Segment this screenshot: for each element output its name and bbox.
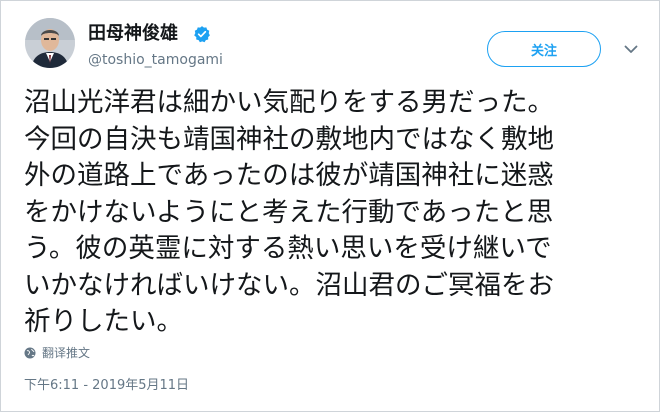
tweet-text-line: 祈りしたい。: [24, 306, 183, 337]
tweet-timestamp[interactable]: 下午6:11 - 2019年5月11日: [24, 377, 189, 395]
translate-label: 翻译推文: [42, 346, 91, 360]
avatar[interactable]: [25, 18, 75, 68]
tweet-text-line: 今回の自決も靖国神社の敷地内ではなく敷地: [24, 123, 554, 155]
globe-icon: [24, 347, 36, 359]
user-handle[interactable]: @toshio_tamogami: [88, 51, 223, 69]
follow-button[interactable]: 关注: [487, 31, 601, 67]
tweet-card: 田母神俊雄 @toshio_tamogami 关注 沼山光洋君は細かい気配りをす…: [0, 0, 660, 412]
tweet-text-line: う。彼の英霊に対する熱い思いを受け継いで: [24, 233, 552, 264]
tweet-text: 沼山光洋君は細かい気配りをする男だった。 今回の自決も靖国神社の敷地内ではなく敷…: [24, 85, 644, 341]
avatar-photo: [25, 18, 75, 68]
tweet-menu-button[interactable]: [621, 39, 641, 59]
translate-tweet-link[interactable]: 翻译推文: [24, 344, 90, 362]
tweet-text-line: 沼山光洋君は細かい気配りをする男だった。: [24, 87, 554, 118]
tweet-text-line: 外の道路上であったのは彼が靖国神社に迷惑: [24, 160, 554, 191]
tweet-text-line: いかなければいけない。沼山君のご冥福をお: [24, 269, 554, 301]
tweet-text-line: をかけないようにと考えた行動であったと思: [24, 196, 554, 228]
display-name[interactable]: 田母神俊雄: [88, 23, 178, 45]
verified-badge-icon: [194, 26, 210, 43]
chevron-down-icon: [624, 45, 638, 53]
